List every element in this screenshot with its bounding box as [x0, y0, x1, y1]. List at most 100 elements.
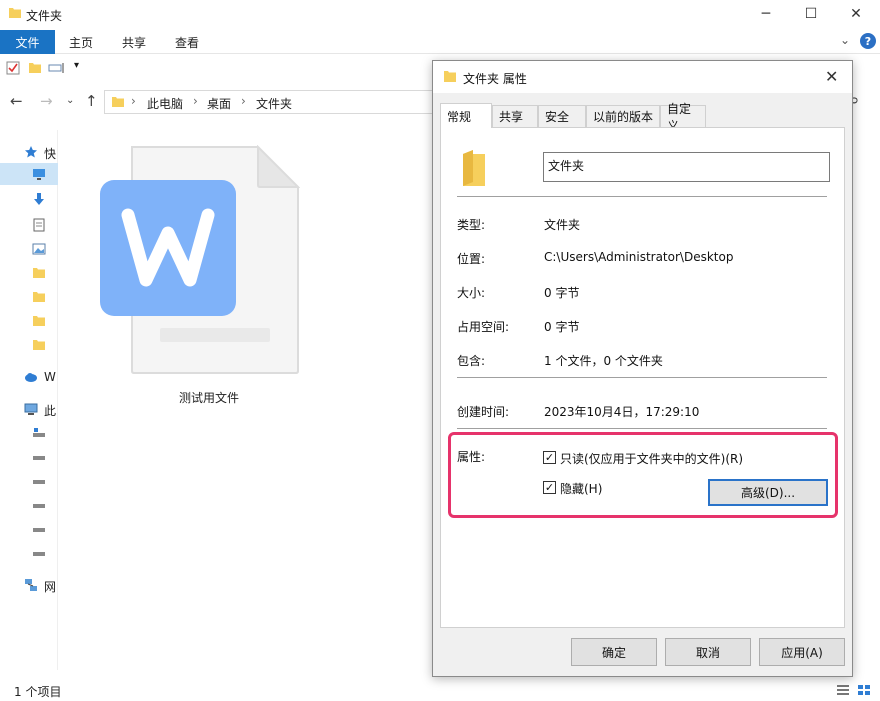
- folder-name-input[interactable]: 文件夹: [543, 152, 830, 182]
- sidebar-label: 网: [44, 580, 57, 594]
- status-bar: 1 个项目: [0, 680, 880, 701]
- star-icon: [25, 146, 37, 158]
- separator: [457, 428, 827, 429]
- tab-previous-versions[interactable]: 以前的版本: [586, 105, 660, 127]
- explorer-titlebar: 文件夹 ─ ☐ ✕: [0, 0, 880, 30]
- apply-button[interactable]: 应用(A): [759, 638, 845, 666]
- tab-customize[interactable]: 自定义: [660, 102, 706, 133]
- drive-icon: [33, 456, 45, 460]
- sidebar-item-downloads[interactable]: [0, 188, 58, 210]
- download-arrow-icon: [34, 193, 44, 205]
- tab-sharing[interactable]: 共享: [492, 105, 538, 127]
- desktop-icon: [33, 169, 45, 180]
- new-folder-icon[interactable]: [28, 61, 42, 75]
- folder-icon: [463, 150, 485, 186]
- breadcrumb-desktop[interactable]: 桌面: [207, 95, 231, 112]
- contains-value: 1 个文件，0 个文件夹: [544, 354, 663, 368]
- up-arrow-icon[interactable]: ↑: [85, 92, 98, 110]
- forward-arrow-icon[interactable]: →: [40, 92, 53, 110]
- properties-check-icon[interactable]: [6, 61, 20, 75]
- folder-icon: [444, 71, 456, 82]
- sidebar-item-documents[interactable]: [0, 214, 58, 236]
- ribbon-expand-chevron-icon[interactable]: ⌄: [840, 33, 850, 47]
- sidebar-item-drive[interactable]: [0, 542, 58, 564]
- recent-locations-icon[interactable]: ⌄: [66, 95, 74, 106]
- type-label: 类型:: [457, 218, 486, 232]
- rename-icon[interactable]: [48, 61, 66, 75]
- sidebar-item-folder[interactable]: [0, 334, 58, 356]
- sidebar-item-pictures[interactable]: [0, 238, 58, 260]
- breadcrumb-this-pc[interactable]: 此电脑: [147, 95, 183, 112]
- dialog-titlebar: 文件夹 属性 ✕: [433, 61, 852, 93]
- sidebar-item-wps-cloud[interactable]: W: [0, 366, 58, 388]
- drive-icon: [33, 552, 45, 556]
- breadcrumb-separator-icon[interactable]: ›: [131, 94, 136, 108]
- pictures-icon: [32, 243, 46, 255]
- close-button[interactable]: ✕: [836, 0, 876, 28]
- sidebar-item-folder[interactable]: [0, 262, 58, 284]
- breadcrumb-folder[interactable]: 文件夹: [256, 95, 292, 112]
- address-bar[interactable]: › 此电脑 › 桌面 › 文件夹: [104, 90, 434, 114]
- sidebar-label: W: [44, 370, 56, 384]
- drive-icon: [33, 480, 45, 484]
- quick-access-toolbar: ▾: [0, 56, 430, 82]
- wps-writer-document-icon[interactable]: [100, 145, 300, 405]
- sidebar-item-folder[interactable]: [0, 286, 58, 308]
- minimize-button[interactable]: ─: [746, 0, 786, 28]
- sidebar-item-folder[interactable]: [0, 310, 58, 332]
- navigation-pane: 快 W 此 网: [0, 130, 58, 670]
- cancel-button[interactable]: 取消: [665, 638, 751, 666]
- back-arrow-icon[interactable]: ←: [10, 92, 23, 110]
- folder-icon: [33, 316, 45, 326]
- dialog-title: 文件夹 属性: [463, 72, 527, 86]
- size-on-disk-value: 0 字节: [544, 320, 580, 334]
- size-label: 大小:: [457, 286, 486, 300]
- ribbon-tab-share[interactable]: 共享: [122, 34, 146, 51]
- location-value: C:\Users\Administrator\Desktop: [544, 250, 734, 264]
- breadcrumb-separator-icon[interactable]: ›: [241, 94, 246, 108]
- sidebar-item-network[interactable]: 网: [0, 574, 58, 596]
- file-name[interactable]: 测试用文件: [179, 389, 239, 406]
- general-tab-panel: 文件夹 类型: 文件夹 位置: C:\Users\Administrator\D…: [440, 127, 845, 628]
- help-icon[interactable]: ?: [860, 33, 876, 49]
- sidebar-item-drive[interactable]: [0, 446, 58, 468]
- properties-dialog: 文件夹 属性 ✕ 常规 共享 安全 以前的版本 自定义 文件夹 类型: 文件夹 …: [432, 60, 853, 677]
- folder-icon: [33, 340, 45, 350]
- cloud-icon: [25, 373, 37, 382]
- sidebar-item-drive[interactable]: [0, 494, 58, 516]
- window-title: 文件夹: [26, 9, 63, 23]
- ribbon-file-tab[interactable]: 文件: [0, 30, 55, 54]
- created-label: 创建时间:: [457, 405, 510, 419]
- size-value: 0 字节: [544, 286, 580, 300]
- sidebar-label: 此: [44, 404, 57, 418]
- dialog-close-icon[interactable]: ✕: [825, 67, 838, 86]
- ok-button[interactable]: 确定: [571, 638, 657, 666]
- maximize-button[interactable]: ☐: [791, 0, 831, 28]
- system-drive-icon: [33, 428, 45, 437]
- tab-security[interactable]: 安全: [538, 105, 586, 127]
- item-count: 1 个项目: [14, 685, 62, 699]
- sidebar-item-drive[interactable]: [0, 422, 58, 444]
- separator: [457, 196, 827, 197]
- tab-general[interactable]: 常规: [440, 103, 492, 128]
- type-value: 文件夹: [544, 218, 581, 232]
- folder-icon: [33, 292, 45, 302]
- size-on-disk-label: 占用空间:: [457, 320, 510, 334]
- contains-label: 包含:: [457, 354, 486, 368]
- document-icon: [33, 218, 45, 232]
- folder-icon: [33, 268, 45, 278]
- drive-icon: [33, 528, 45, 532]
- qat-customize-dropdown-icon[interactable]: ▾: [74, 60, 79, 71]
- sidebar-item-drive[interactable]: [0, 470, 58, 492]
- network-icon: [25, 579, 37, 591]
- sidebar-item-drive[interactable]: [0, 518, 58, 540]
- details-view-icon[interactable]: [836, 684, 850, 696]
- sidebar-item-desktop[interactable]: [0, 163, 58, 185]
- ribbon-tab-view[interactable]: 查看: [175, 34, 199, 51]
- sidebar-item-this-pc[interactable]: 此: [0, 398, 58, 420]
- large-icons-view-icon[interactable]: [857, 684, 871, 696]
- breadcrumb-separator-icon[interactable]: ›: [193, 94, 198, 108]
- sidebar-item-quick-access[interactable]: 快: [0, 141, 58, 163]
- ribbon-tab-home[interactable]: 主页: [69, 34, 93, 51]
- sidebar-label: 快: [44, 147, 57, 161]
